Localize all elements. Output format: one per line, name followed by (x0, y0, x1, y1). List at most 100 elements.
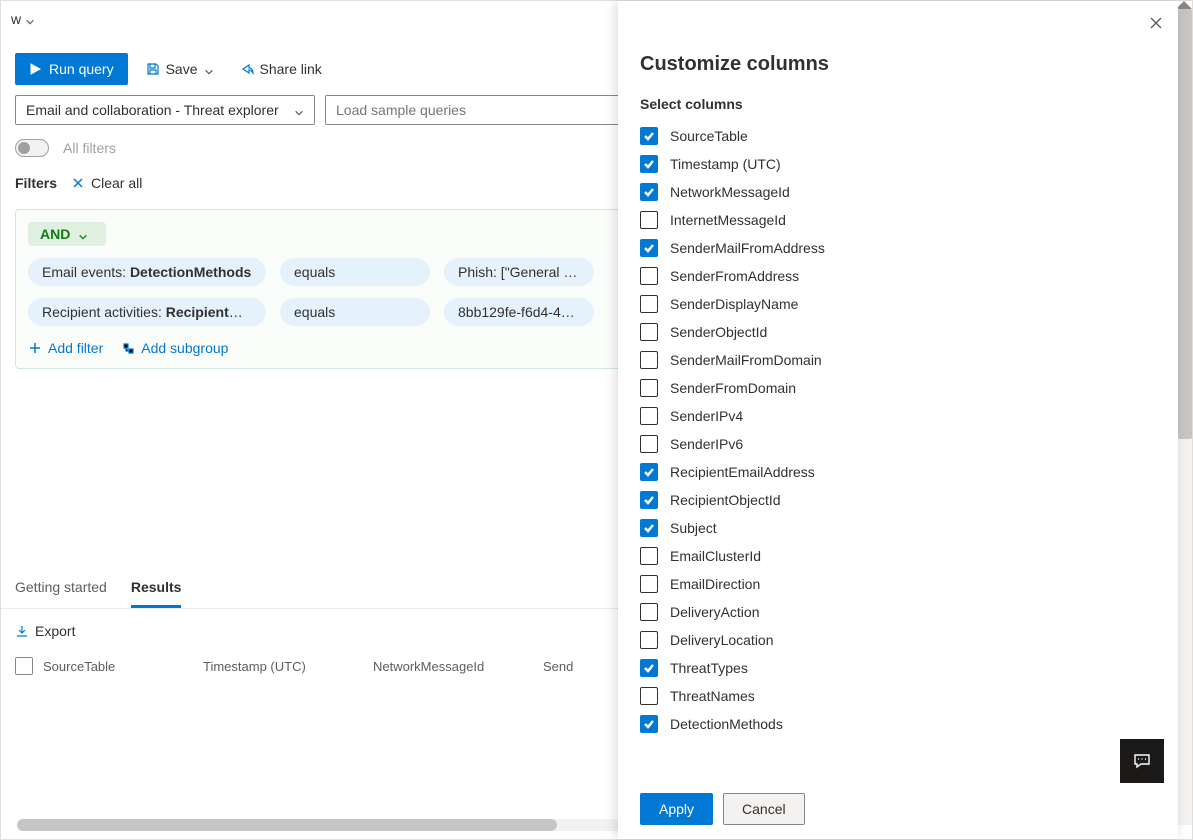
checkbox[interactable] (640, 435, 658, 453)
checkbox[interactable] (640, 575, 658, 593)
filter-op-chip[interactable]: equals (280, 258, 430, 286)
run-query-button[interactable]: Run query (15, 53, 128, 85)
checkbox[interactable] (640, 715, 658, 733)
column-label: InternetMessageId (670, 212, 786, 228)
column-header[interactable]: Timestamp (UTC) (203, 659, 363, 674)
column-checkbox-item[interactable]: ThreatNames (640, 682, 1156, 710)
column-checkbox-item[interactable]: SenderIPv6 (640, 430, 1156, 458)
checkbox[interactable] (640, 379, 658, 397)
horizontal-scrollbar-thumb[interactable] (17, 819, 557, 831)
checkbox[interactable] (640, 491, 658, 509)
checkbox[interactable] (640, 351, 658, 369)
checkbox[interactable] (640, 211, 658, 229)
subgroup-icon (121, 341, 135, 355)
save-label: Save (166, 61, 198, 77)
checkbox[interactable] (640, 547, 658, 565)
column-checkbox-item[interactable]: InternetMessageId (640, 206, 1156, 234)
column-label: ThreatTypes (670, 660, 748, 676)
scroll-arrow-up-icon[interactable] (1176, 1, 1192, 9)
save-button[interactable]: Save (138, 55, 222, 83)
checkbox[interactable] (640, 127, 658, 145)
column-header[interactable]: NetworkMessageId (373, 659, 533, 674)
column-label: SourceTable (670, 128, 748, 144)
filter-value-chip[interactable]: Phish: ["General filter" (444, 258, 594, 286)
run-query-label: Run query (49, 61, 114, 77)
export-button[interactable]: Export (15, 623, 75, 639)
column-label: RecipientObjectId (670, 492, 781, 508)
share-link-button[interactable]: Share link (232, 55, 330, 83)
checkbox[interactable] (640, 323, 658, 341)
checkbox[interactable] (640, 631, 658, 649)
column-checkbox-item[interactable]: DeliveryLocation (640, 626, 1156, 654)
checkbox[interactable] (640, 295, 658, 313)
column-checkbox-item[interactable]: RecipientObjectId (640, 486, 1156, 514)
column-header[interactable]: SourceTable (43, 659, 193, 674)
play-icon (29, 63, 41, 75)
filter-value-chip[interactable]: 8bb129fe-f6d4-431f-8 (444, 298, 594, 326)
column-checkbox-item[interactable]: EmailClusterId (640, 542, 1156, 570)
checkbox[interactable] (640, 659, 658, 677)
column-checkbox-item[interactable]: SenderIPv4 (640, 402, 1156, 430)
column-label: Timestamp (UTC) (670, 156, 781, 172)
column-label: SenderMailFromDomain (670, 352, 822, 368)
operator-chip[interactable]: AND (28, 222, 106, 246)
column-label: NetworkMessageId (670, 184, 790, 200)
chevron-down-icon (78, 229, 88, 239)
chat-fab-button[interactable] (1120, 739, 1164, 783)
tab-getting-started[interactable]: Getting started (15, 569, 107, 608)
all-filters-toggle[interactable] (15, 139, 49, 157)
checkbox[interactable] (640, 463, 658, 481)
checkbox[interactable] (640, 603, 658, 621)
column-checkbox-item[interactable]: EmailDirection (640, 570, 1156, 598)
add-subgroup-label: Add subgroup (141, 340, 228, 356)
filter-op-chip[interactable]: equals (280, 298, 430, 326)
column-header[interactable]: Send (543, 659, 593, 674)
source-select[interactable]: Email and collaboration - Threat explore… (15, 95, 315, 125)
checkbox[interactable] (640, 239, 658, 257)
close-panel-button[interactable] (1148, 15, 1164, 34)
tab-results[interactable]: Results (131, 569, 182, 608)
column-checkbox-item[interactable]: SenderFromAddress (640, 262, 1156, 290)
add-filter-button[interactable]: Add filter (28, 340, 103, 356)
vertical-scrollbar-thumb[interactable] (1178, 9, 1192, 439)
column-checkbox-item[interactable]: SenderMailFromAddress (640, 234, 1156, 262)
checkbox[interactable] (640, 687, 658, 705)
clear-all-button[interactable]: Clear all (71, 175, 142, 191)
apply-button[interactable]: Apply (640, 793, 713, 825)
chevron-down-icon (294, 105, 304, 115)
add-subgroup-button[interactable]: Add subgroup (121, 340, 228, 356)
clear-all-label: Clear all (91, 175, 142, 191)
all-filters-label: All filters (63, 140, 116, 156)
filter-field-chip[interactable]: Email events: DetectionMethods (28, 258, 266, 286)
close-icon (71, 176, 85, 190)
column-checkbox-item[interactable]: SenderFromDomain (640, 374, 1156, 402)
column-label: SenderDisplayName (670, 296, 798, 312)
column-checkbox-item[interactable]: ThreatTypes (640, 654, 1156, 682)
column-checkbox-item[interactable]: NetworkMessageId (640, 178, 1156, 206)
checkbox[interactable] (640, 155, 658, 173)
column-checkbox-item[interactable]: DetectionMethods (640, 710, 1156, 738)
filter-field-chip[interactable]: Recipient activities: RecipientObj... (28, 298, 266, 326)
save-icon (146, 62, 160, 76)
column-checkbox-item[interactable]: DeliveryAction (640, 598, 1156, 626)
column-label: DetectionMethods (670, 716, 783, 732)
cancel-button[interactable]: Cancel (723, 793, 805, 825)
view-dropdown[interactable]: w (11, 11, 35, 27)
column-checkbox-item[interactable]: SourceTable (640, 122, 1156, 150)
column-checkbox-item[interactable]: SenderDisplayName (640, 290, 1156, 318)
column-checkbox-item[interactable]: RecipientEmailAddress (640, 458, 1156, 486)
column-checkbox-item[interactable]: Timestamp (UTC) (640, 150, 1156, 178)
column-label: SenderIPv4 (670, 408, 743, 424)
column-label: DeliveryLocation (670, 632, 774, 648)
panel-subtitle: Select columns (640, 96, 1156, 112)
chevron-down-icon (204, 64, 214, 74)
checkbox[interactable] (640, 407, 658, 425)
column-checkbox-item[interactable]: Subject (640, 514, 1156, 542)
checkbox[interactable] (640, 519, 658, 537)
column-checkbox-item[interactable]: SenderObjectId (640, 318, 1156, 346)
column-checkbox-item[interactable]: SenderMailFromDomain (640, 346, 1156, 374)
checkbox[interactable] (640, 267, 658, 285)
column-label: SenderObjectId (670, 324, 767, 340)
checkbox[interactable] (640, 183, 658, 201)
select-all-checkbox[interactable] (15, 657, 33, 675)
